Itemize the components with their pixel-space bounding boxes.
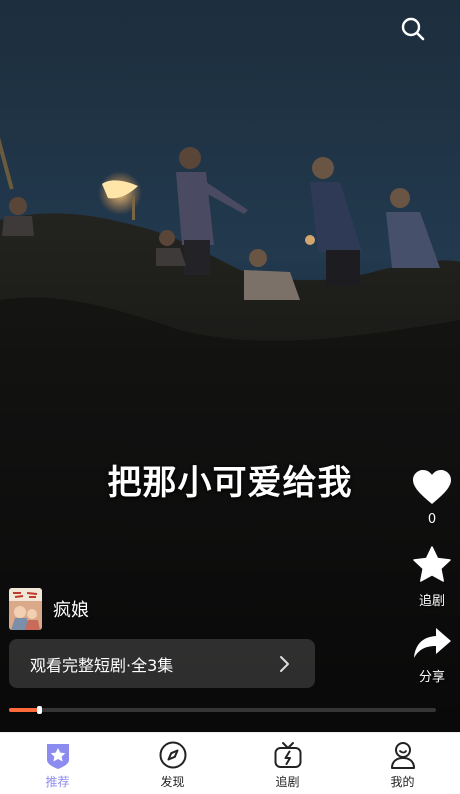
drama-poster[interactable]: [9, 588, 42, 630]
tab-discover-label: 发现: [160, 775, 185, 789]
tab-profile-label: 我的: [390, 775, 415, 789]
like-button[interactable]: 0: [410, 470, 454, 527]
search-icon[interactable]: [396, 12, 430, 46]
like-count: 0: [427, 512, 437, 527]
profile-icon: [390, 742, 415, 769]
share-arrow-icon: [414, 628, 451, 658]
tv-icon: [274, 742, 301, 768]
compass-icon: [159, 741, 186, 769]
heart-icon: [413, 470, 451, 504]
tab-recommend-label: 推荐: [45, 775, 70, 789]
tab-discover[interactable]: 发现: [115, 733, 230, 794]
drama-title[interactable]: 疯娘: [53, 596, 89, 622]
drama-info: 疯娘: [9, 588, 89, 630]
watch-full-drama-button[interactable]: 观看完整短剧·全3集: [9, 639, 315, 688]
share-label: 分享: [418, 670, 445, 685]
watch-full-drama-label: 观看完整短剧·全3集: [30, 655, 174, 675]
star-icon: [413, 546, 451, 582]
share-button[interactable]: 分享: [410, 626, 454, 685]
playback-progress-fill: [9, 708, 39, 712]
tab-follow-drama-label: 追剧: [275, 775, 300, 789]
follow-drama-label: 追剧: [418, 594, 445, 609]
playback-progress-knob[interactable]: [36, 706, 42, 714]
chevron-right-icon: [280, 655, 289, 672]
tab-profile[interactable]: 我的: [345, 733, 460, 794]
tab-follow-drama[interactable]: 追剧: [230, 733, 345, 794]
bottom-tab-bar: 推荐 发现 追剧 我的: [0, 732, 460, 794]
recommend-star-badge-icon: [46, 744, 69, 769]
playback-progress-bar[interactable]: [9, 706, 436, 714]
follow-drama-button[interactable]: 追剧: [410, 546, 454, 609]
tab-recommend[interactable]: 推荐: [0, 733, 115, 794]
video-player[interactable]: 把那小可爱给我 0 追剧 分享 疯娘 观看完整短剧·全3集: [0, 0, 460, 732]
video-subtitle: 把那小可爱给我: [107, 463, 353, 503]
